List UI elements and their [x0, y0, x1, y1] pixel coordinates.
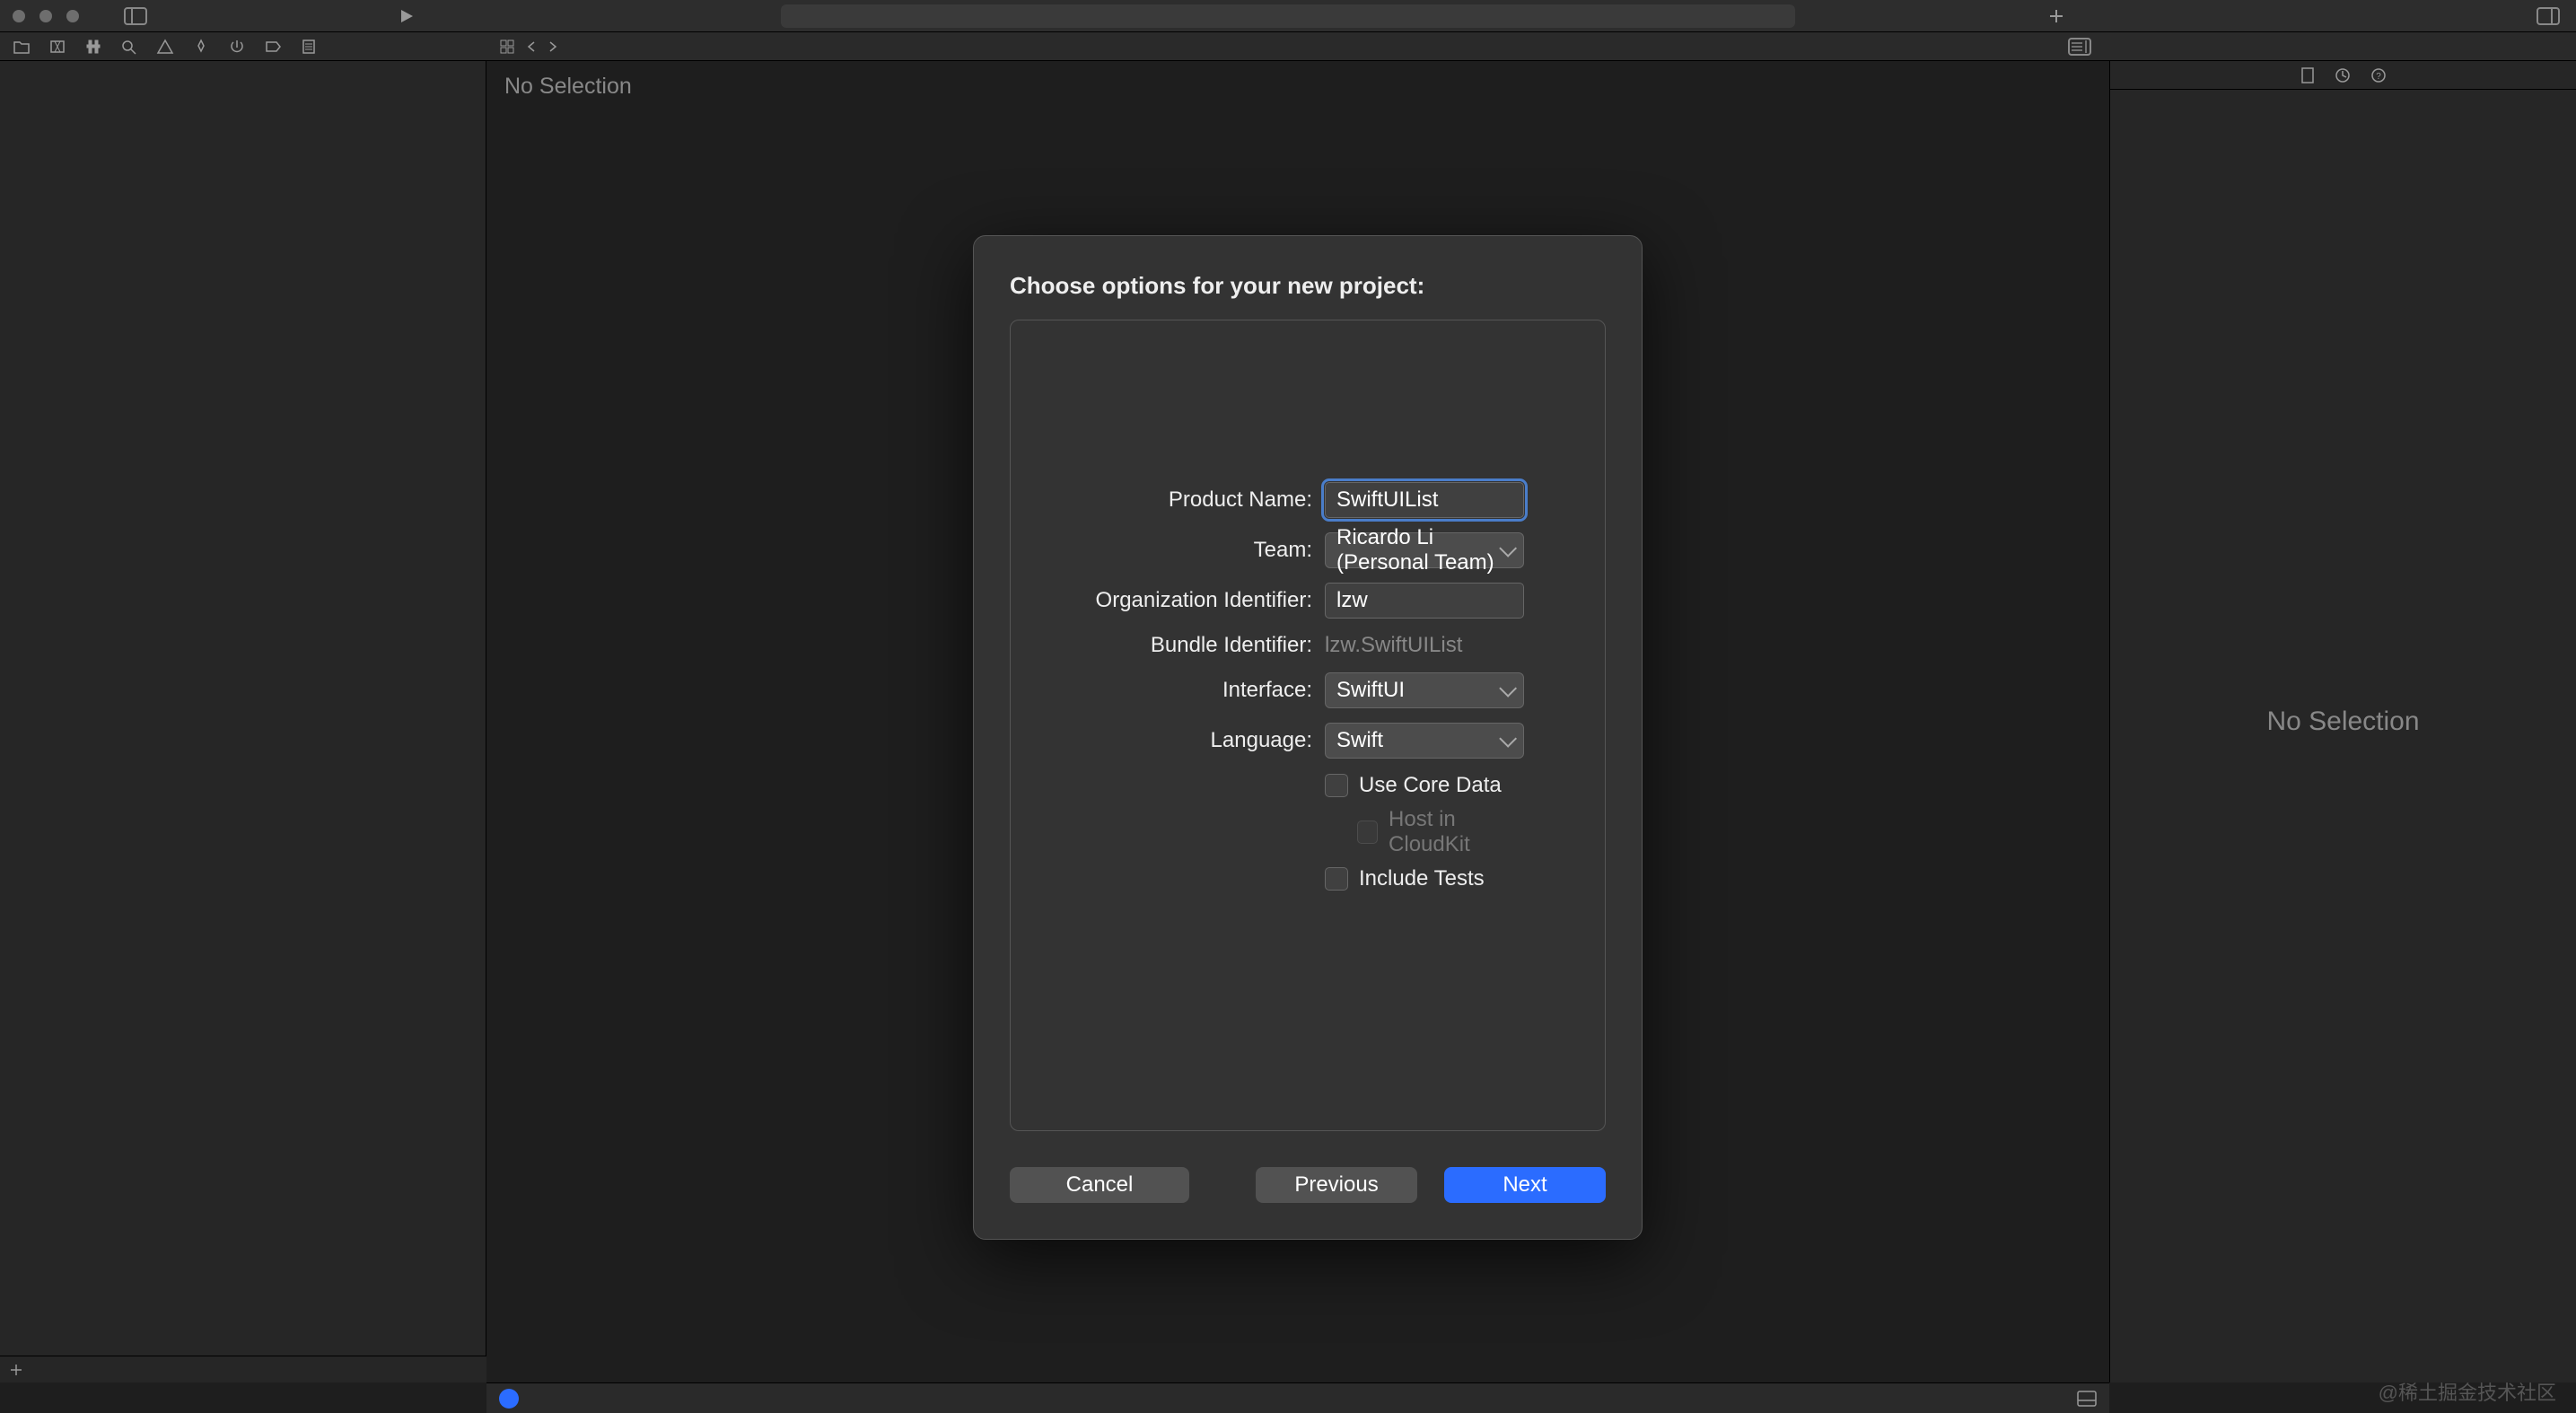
org-id-label: Organization Identifier: — [1091, 588, 1325, 613]
host-cloudkit-label: Host in CloudKit — [1389, 807, 1524, 857]
breakpoint-navigator-icon[interactable] — [264, 39, 282, 55]
editor-area: No Selection Choose options for your new… — [486, 61, 2109, 1382]
navigator-tab-icons — [0, 39, 486, 55]
dialog-form-body: Product Name: Team: Ricardo Li (Personal… — [1010, 320, 1606, 1131]
svg-text:?: ? — [2376, 72, 2381, 82]
traffic-lights — [13, 10, 79, 22]
navigator-toggle-icon[interactable] — [124, 7, 147, 25]
next-button[interactable]: Next — [1444, 1167, 1606, 1203]
go-back-icon[interactable] — [526, 40, 537, 53]
interface-select-value: SwiftUI — [1336, 678, 1405, 703]
new-project-dialog: Choose options for your new project: Pro… — [973, 235, 1643, 1240]
debug-navigator-icon[interactable] — [228, 39, 246, 55]
new-project-dialog-overlay: Choose options for your new project: Pro… — [973, 122, 1643, 1352]
symbol-navigator-icon[interactable] — [84, 39, 102, 55]
find-navigator-icon[interactable] — [120, 39, 138, 55]
go-forward-icon[interactable] — [548, 40, 558, 53]
add-target-icon[interactable] — [9, 1363, 23, 1377]
window-titlebar — [0, 0, 2576, 32]
previous-button[interactable]: Previous — [1256, 1167, 1417, 1203]
test-navigator-icon[interactable] — [192, 39, 210, 55]
minimize-window-button[interactable] — [39, 10, 52, 22]
language-label: Language: — [1091, 728, 1325, 753]
cancel-button[interactable]: Cancel — [1010, 1167, 1189, 1203]
run-button-icon[interactable] — [399, 8, 415, 24]
history-inspector-icon[interactable] — [2334, 66, 2352, 84]
debug-filter-icon[interactable] — [499, 1389, 519, 1409]
editor-options-icon-container — [2068, 32, 2091, 61]
inspector-tabs: ? — [2110, 61, 2576, 90]
related-items-icon[interactable] — [499, 39, 515, 55]
host-cloudkit-checkbox — [1357, 821, 1378, 844]
interface-select[interactable]: SwiftUI — [1325, 672, 1524, 708]
inspector-toggle-icon[interactable] — [2537, 7, 2560, 25]
include-tests-checkbox[interactable] — [1325, 867, 1348, 891]
zoom-window-button[interactable] — [66, 10, 79, 22]
editor-toolbar-icons — [486, 39, 571, 55]
bundle-id-value: lzw.SwiftUIList — [1325, 633, 1462, 657]
report-navigator-icon[interactable] — [300, 39, 318, 55]
adjust-editor-options-icon[interactable] — [2068, 38, 2091, 56]
navigator-panel — [0, 61, 486, 1382]
interface-label: Interface: — [1091, 678, 1325, 703]
watermark-text: @稀土掘金技术社区 — [2379, 1377, 2556, 1406]
language-select[interactable]: Swift — [1325, 723, 1524, 759]
toggle-debug-area-icon[interactable] — [2077, 1391, 2097, 1407]
issue-navigator-icon[interactable] — [156, 39, 174, 55]
bundle-id-label: Bundle Identifier: — [1091, 633, 1325, 658]
file-inspector-icon[interactable] — [2300, 66, 2316, 84]
language-select-value: Swift — [1336, 728, 1383, 753]
navigator-selector-bar — [0, 32, 2576, 61]
inspector-panel: ? No Selection — [2109, 61, 2576, 1382]
library-add-icon[interactable] — [2048, 8, 2064, 24]
help-inspector-icon[interactable]: ? — [2370, 66, 2388, 84]
product-name-input[interactable] — [1325, 482, 1524, 518]
activity-viewer[interactable] — [781, 4, 1795, 28]
debug-area-bar — [486, 1382, 2109, 1413]
jump-bar-no-selection: No Selection — [486, 61, 2109, 111]
team-select-value: Ricardo Li (Personal Team) — [1336, 525, 1512, 575]
inspector-no-selection: No Selection — [2266, 706, 2419, 737]
org-id-input[interactable] — [1325, 583, 1524, 619]
close-window-button[interactable] — [13, 10, 25, 22]
product-name-label: Product Name: — [1091, 487, 1325, 513]
use-core-data-label: Use Core Data — [1359, 773, 1502, 798]
dialog-footer: Cancel Previous Next — [1010, 1167, 1606, 1203]
navigator-filter-bar — [0, 1356, 486, 1382]
team-label: Team: — [1091, 538, 1325, 563]
dialog-title: Choose options for your new project: — [1010, 272, 1606, 300]
include-tests-label: Include Tests — [1359, 866, 1485, 891]
source-control-navigator-icon[interactable] — [48, 39, 66, 55]
use-core-data-checkbox[interactable] — [1325, 774, 1348, 797]
project-navigator-icon[interactable] — [13, 39, 31, 55]
team-select[interactable]: Ricardo Li (Personal Team) — [1325, 532, 1524, 568]
